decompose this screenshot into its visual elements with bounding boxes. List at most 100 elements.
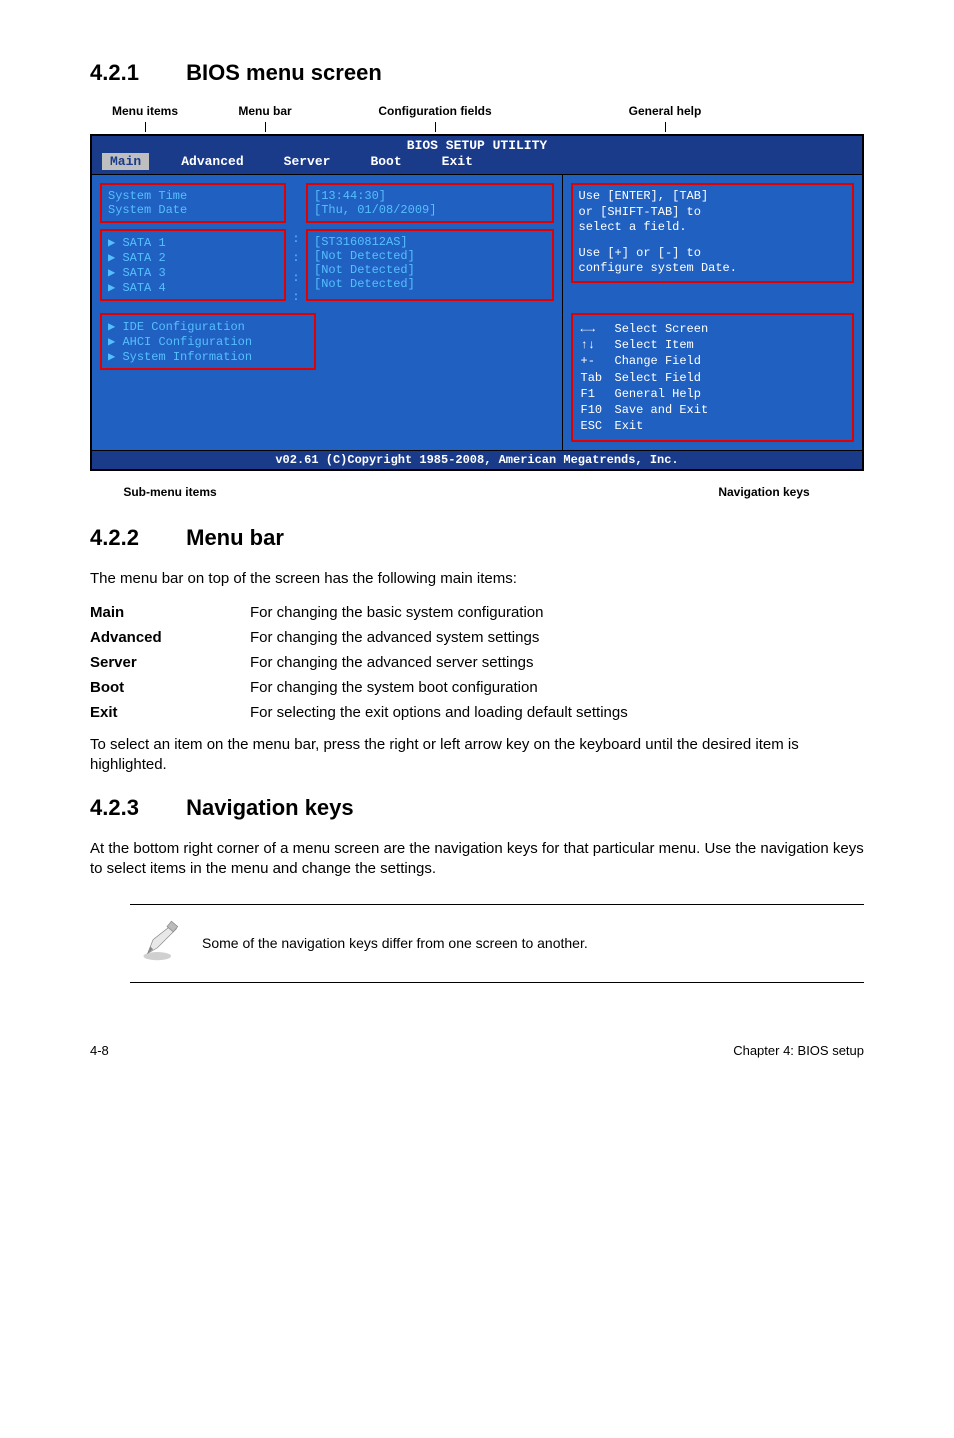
nav-sym: F10 (581, 402, 615, 418)
desc-exit: For selecting the exit options and loadi… (250, 700, 628, 725)
section-4-2-2-title: 4.2.2 Menu bar (90, 525, 864, 551)
bios-general-help-box: Use [ENTER], [TAB] or [SHIFT-TAB] to sel… (571, 183, 854, 283)
triangle-icon: ▶ (108, 335, 122, 349)
triangle-icon: ▶ (108, 236, 122, 250)
section-number: 4.2.2 (90, 525, 180, 551)
pencil-icon (138, 919, 182, 968)
colon: : (286, 232, 306, 246)
tick-row-bottom (90, 471, 864, 481)
bios-menu-items-box: System Time System Date (100, 183, 286, 223)
section-number: 4.2.1 (90, 60, 180, 86)
bios-title: BIOS SETUP UTILITY (92, 136, 862, 153)
nav-desc: Save and Exit (615, 403, 709, 417)
term-boot: Boot (90, 675, 250, 700)
term-server: Server (90, 650, 250, 675)
nav-desc: General Help (615, 387, 701, 401)
label-general-help: General help (540, 104, 790, 118)
nav-desc: Change Field (615, 354, 701, 368)
term-advanced: Advanced (90, 625, 250, 650)
nav-sym: Tab (581, 370, 615, 386)
submenu-ahci[interactable]: AHCI Configuration (122, 335, 252, 349)
bios-menu-advanced[interactable]: Advanced (173, 153, 251, 170)
label-sub-menu: Sub-menu items (90, 485, 250, 499)
desc-server: For changing the advanced server setting… (250, 650, 628, 675)
triangle-icon: ▶ (108, 251, 122, 265)
bios-menu-boot[interactable]: Boot (362, 153, 409, 170)
triangle-icon: ▶ (108, 281, 122, 295)
help-line: configure system Date. (579, 261, 846, 277)
section-4-2-1-title: 4.2.1 BIOS menu screen (90, 60, 864, 86)
bios-left-pane: System Time System Date [13:44:30] [Thu,… (92, 175, 562, 450)
bios-menu-exit[interactable]: Exit (434, 153, 481, 170)
help-line: Use [ENTER], [TAB] (579, 189, 846, 205)
bios-submenu-box: ▶ IDE Configuration ▶ AHCI Configuration… (100, 313, 316, 370)
triangle-icon: ▶ (108, 350, 122, 364)
note-box: Some of the navigation keys differ from … (130, 904, 864, 983)
section-heading: BIOS menu screen (186, 60, 382, 85)
section-4-2-3-title: 4.2.3 Navigation keys (90, 795, 864, 821)
bios-menu-server[interactable]: Server (276, 153, 339, 170)
help-line: Use [+] or [-] to (579, 246, 846, 262)
sata2-value: [Not Detected] (314, 249, 546, 263)
section-number: 4.2.3 (90, 795, 180, 821)
colon: : (286, 290, 306, 304)
nav-sym: ESC (581, 418, 615, 434)
section-heading: Menu bar (186, 525, 284, 550)
bios-config-fields-box: [13:44:30] [Thu, 01/08/2009] (306, 183, 554, 223)
desc-main: For changing the basic system configurat… (250, 600, 628, 625)
nav-sym: +- (581, 353, 615, 369)
table-row: MainFor changing the basic system config… (90, 600, 628, 625)
table-row: AdvancedFor changing the advanced system… (90, 625, 628, 650)
bios-copyright-footer: v02.61 (C)Copyright 1985-2008, American … (92, 450, 862, 469)
nav-desc: Select Screen (615, 322, 709, 336)
page-footer: 4-8 Chapter 4: BIOS setup (90, 1043, 864, 1058)
nav-sym: ←→ (581, 321, 615, 337)
system-time-label[interactable]: System Time (108, 189, 278, 203)
sata1-value: [ST3160812AS] (314, 235, 546, 249)
submenu-sysinfo[interactable]: System Information (122, 350, 252, 364)
help-line: or [SHIFT-TAB] to (579, 205, 846, 221)
sata2-label[interactable]: SATA 2 (122, 251, 165, 265)
sata3-value: [Not Detected] (314, 263, 546, 277)
bios-screen: BIOS SETUP UTILITY Main Advanced Server … (90, 134, 864, 471)
nav-desc: Exit (615, 419, 644, 433)
label-menu-bar: Menu bar (200, 104, 330, 118)
sata4-value: [Not Detected] (314, 277, 546, 291)
submenu-ide[interactable]: IDE Configuration (122, 320, 244, 334)
term-main: Main (90, 600, 250, 625)
note-text: Some of the navigation keys differ from … (202, 935, 588, 951)
table-row: ExitFor selecting the exit options and l… (90, 700, 628, 725)
bios-nav-keys-box: ←→Select Screen ↑↓Select Item +-Change F… (571, 313, 854, 442)
menubar-definition-table: MainFor changing the basic system config… (90, 600, 628, 725)
tick-row-top (90, 122, 864, 132)
colon: : (286, 271, 306, 285)
table-row: BootFor changing the system boot configu… (90, 675, 628, 700)
nav-desc: Select Field (615, 371, 701, 385)
nav-desc: Select Item (615, 338, 694, 352)
navkeys-text: At the bottom right corner of a menu scr… (90, 839, 864, 880)
desc-advanced: For changing the advanced system setting… (250, 625, 628, 650)
section-heading: Navigation keys (186, 795, 354, 820)
system-time-value[interactable]: [13:44:30] (314, 189, 546, 203)
nav-sym: F1 (581, 386, 615, 402)
sata3-label[interactable]: SATA 3 (122, 266, 165, 280)
bios-menu-main[interactable]: Main (102, 153, 149, 170)
triangle-icon: ▶ (108, 320, 122, 334)
page-number: 4-8 (90, 1043, 109, 1058)
desc-boot: For changing the system boot configurati… (250, 675, 628, 700)
sata1-label[interactable]: SATA 1 (122, 236, 165, 250)
bios-top-annotations: Menu items Menu bar Configuration fields… (90, 104, 864, 118)
menubar-outro: To select an item on the menu bar, press… (90, 735, 864, 776)
menubar-intro: The menu bar on top of the screen has th… (90, 569, 864, 589)
label-config-fields: Configuration fields (330, 104, 540, 118)
help-line: select a field. (579, 220, 846, 236)
sata4-label[interactable]: SATA 4 (122, 281, 165, 295)
system-date-value[interactable]: [Thu, 01/08/2009] (314, 203, 546, 217)
bios-menu-bar: Main Advanced Server Boot Exit (92, 153, 862, 174)
colon: : (286, 251, 306, 265)
term-exit: Exit (90, 700, 250, 725)
bios-sata-values-box: [ST3160812AS] [Not Detected] [Not Detect… (306, 229, 554, 301)
label-nav-keys: Navigation keys (664, 485, 864, 499)
triangle-icon: ▶ (108, 266, 122, 280)
system-date-label[interactable]: System Date (108, 203, 278, 217)
